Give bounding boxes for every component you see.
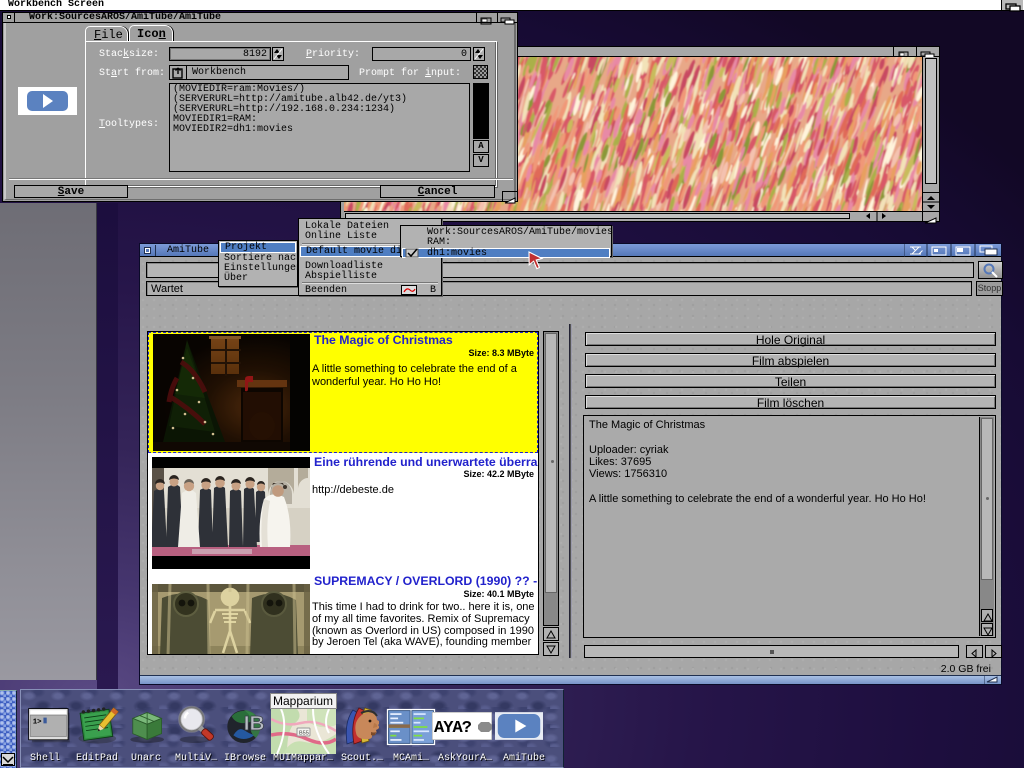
svg-text:B55: B55: [299, 731, 309, 737]
svg-text:AYA?: AYA?: [434, 719, 472, 738]
svg-text:1>: 1>: [33, 718, 42, 726]
svg-text:IB: IB: [244, 712, 265, 735]
